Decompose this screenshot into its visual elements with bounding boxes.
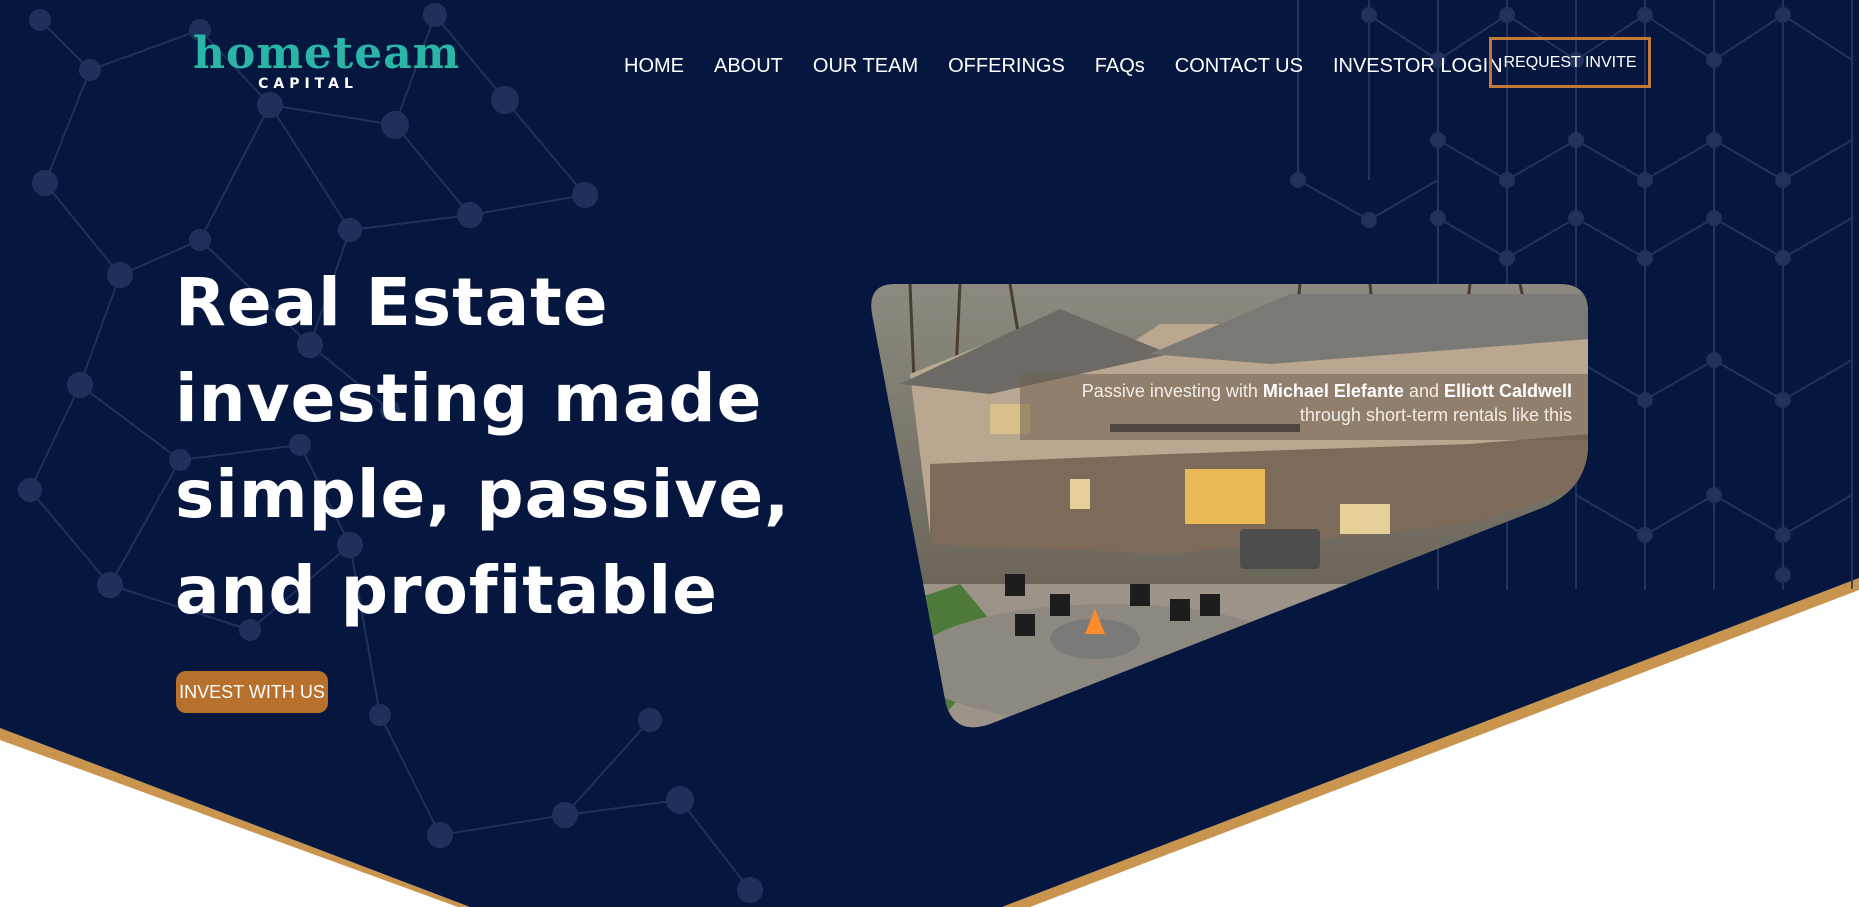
nav-home[interactable]: HOME (624, 52, 684, 80)
caption-prefix: Passive investing with (1081, 381, 1263, 401)
caption-name-2: Elliott Caldwell (1443, 381, 1572, 401)
headline-line-3: simple, passive, (175, 456, 791, 533)
logo[interactable]: hometeam CAPITAL (193, 28, 461, 93)
headline-line-1: Real Estate (175, 264, 609, 341)
caption-line-1: Passive investing with Michael Elefante … (1020, 379, 1572, 403)
main-nav: HOME ABOUT OUR TEAM OFFERINGS FAQs CONTA… (624, 52, 1533, 80)
nav-contact-us[interactable]: CONTACT US (1175, 52, 1303, 80)
logo-wordmark: hometeam (193, 28, 461, 79)
invest-with-us-button[interactable]: INVEST WITH US (176, 671, 328, 713)
caption-line-2: through short-term rentals like this (1299, 405, 1572, 425)
nav-faqs[interactable]: FAQs (1095, 52, 1145, 80)
nav-offerings[interactable]: OFFERINGS (948, 52, 1065, 80)
house-photo (871, 284, 1588, 728)
nav-investor-login[interactable]: INVESTOR LOGIN (1333, 52, 1503, 80)
hero-headline: Real Estate investing made simple, passi… (175, 255, 815, 639)
caption-mid: and (1403, 381, 1444, 401)
headline-line-2: investing made (175, 360, 763, 437)
nav-our-team[interactable]: OUR TEAM (813, 52, 918, 80)
headline-line-4: and profitable (175, 552, 718, 629)
page: hometeam CAPITAL HOME ABOUT OUR TEAM OFF… (0, 0, 1859, 907)
photo-caption: Passive investing with Michael Elefante … (1020, 374, 1588, 440)
nav-about[interactable]: ABOUT (714, 52, 783, 80)
request-invite-button[interactable]: REQUEST INVITE (1489, 37, 1651, 88)
caption-name-1: Michael Elefante (1262, 381, 1404, 401)
